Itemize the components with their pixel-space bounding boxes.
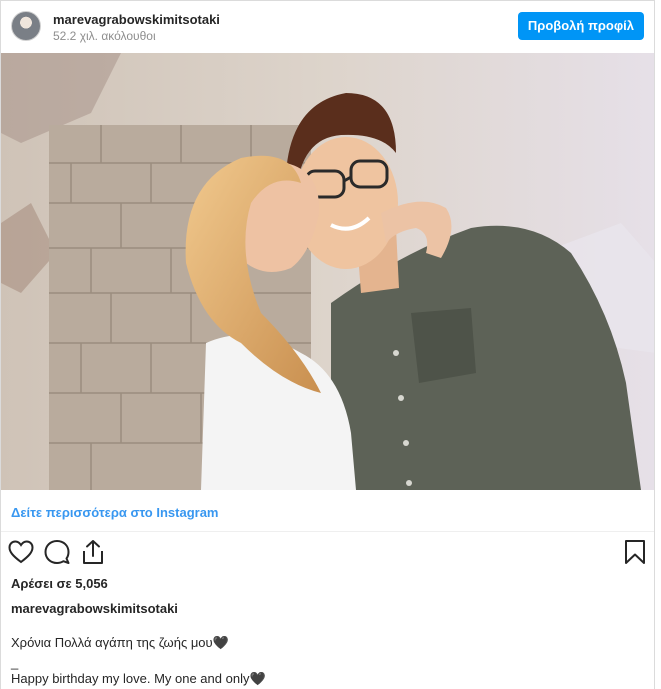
see-more-instagram-link[interactable]: Δείτε περισσότερα στο Instagram bbox=[11, 505, 219, 520]
bookmark-icon[interactable] bbox=[621, 538, 651, 568]
share-icon[interactable] bbox=[79, 538, 109, 568]
post-photo[interactable] bbox=[1, 53, 654, 490]
like-count[interactable]: Αρέσει σε 5,056 bbox=[11, 576, 108, 591]
comment-icon[interactable] bbox=[43, 538, 73, 568]
avatar[interactable] bbox=[11, 11, 41, 41]
caption-author[interactable]: marevagrabowskimitsotaki bbox=[11, 601, 178, 616]
heart-icon[interactable] bbox=[7, 538, 37, 568]
divider bbox=[1, 531, 654, 532]
photo-illustration bbox=[1, 53, 654, 490]
view-profile-button[interactable]: Προβολή προφίλ bbox=[517, 12, 644, 40]
instagram-embed-card: marevagrabowskimitsotaki 52.2 χιλ. ακόλο… bbox=[0, 0, 655, 689]
username[interactable]: marevagrabowskimitsotaki bbox=[53, 12, 220, 27]
caption-line-2: _ bbox=[11, 655, 19, 670]
caption-line-1: Χρόνια Πολλά αγάπη της ζωής μου🖤 bbox=[11, 635, 229, 650]
action-bar bbox=[1, 538, 654, 570]
post-header: marevagrabowskimitsotaki 52.2 χιλ. ακόλο… bbox=[1, 1, 654, 53]
caption-line-3: Happy birthday my love. My one and only🖤 bbox=[11, 671, 266, 686]
follower-count: 52.2 χιλ. ακόλουθοι bbox=[53, 29, 156, 43]
